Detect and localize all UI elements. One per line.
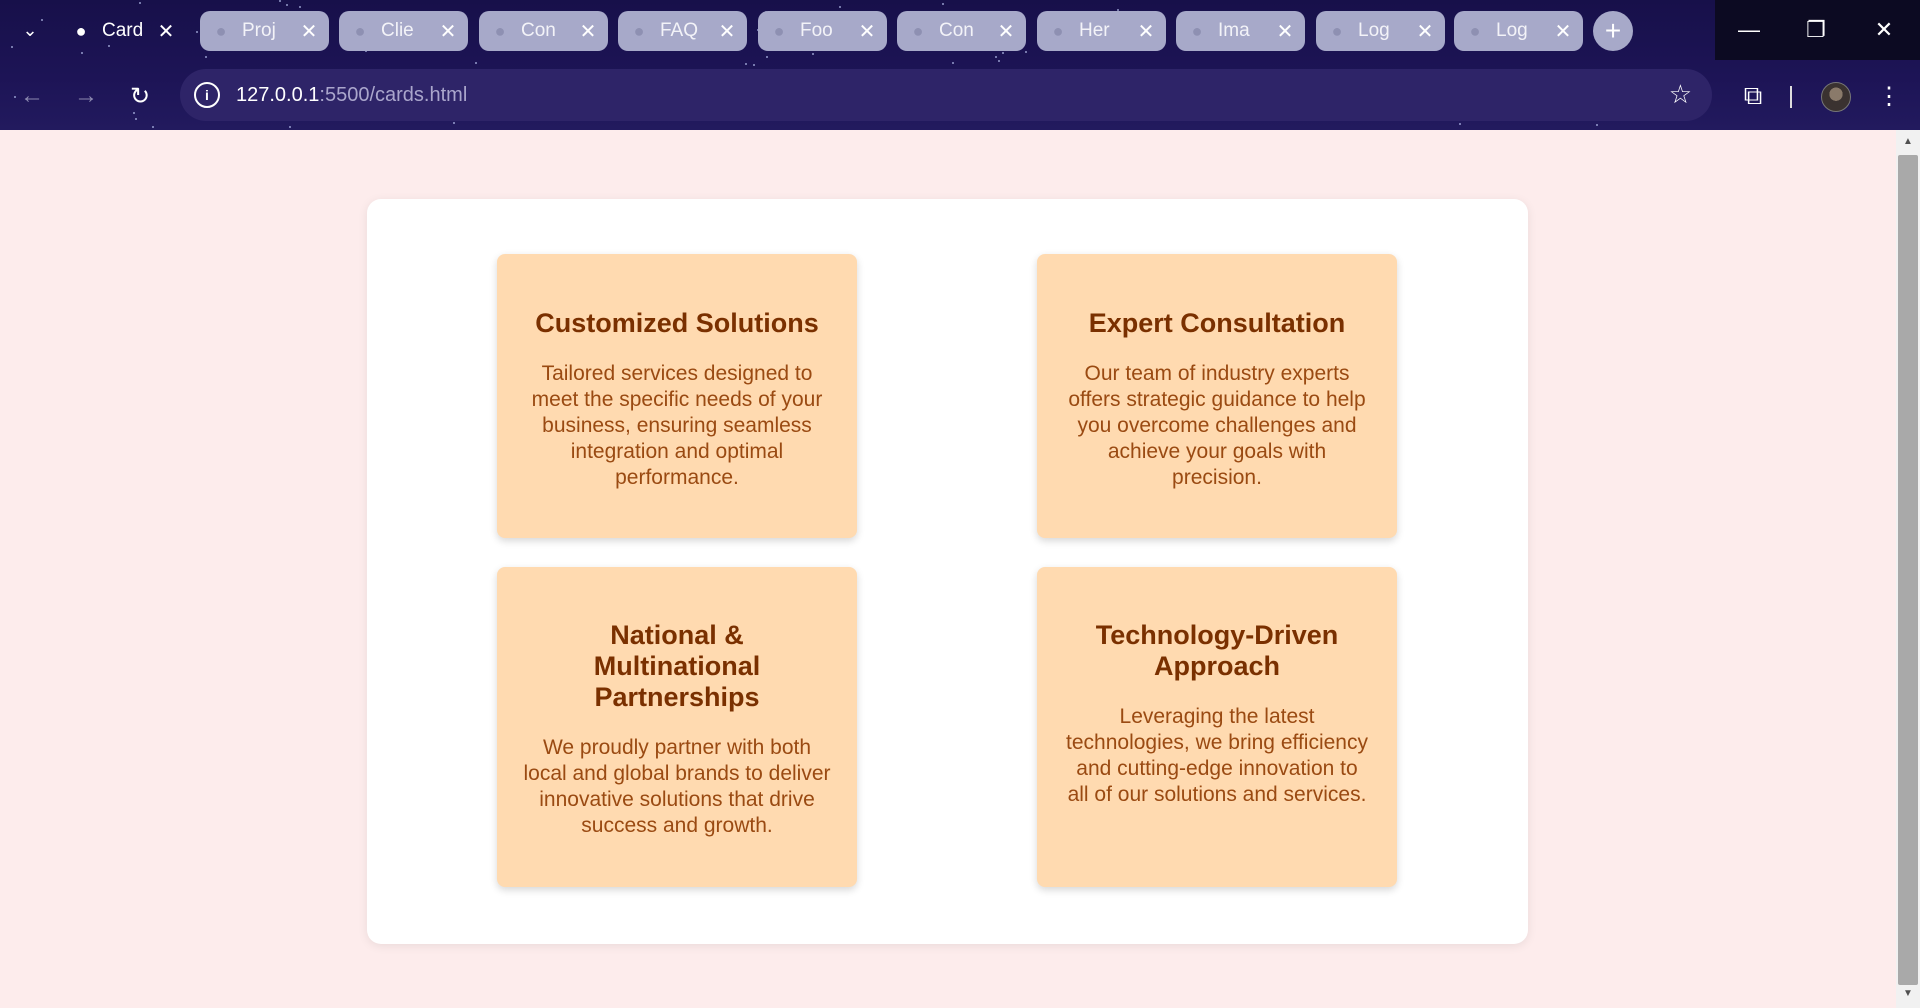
globe-icon: ● [1331, 21, 1343, 41]
tab-label: Ima [1218, 20, 1250, 41]
url-host: 127.0.0.1 [236, 83, 320, 106]
tab-label: Clie [381, 20, 414, 41]
scrollbar-thumb[interactable] [1898, 155, 1918, 985]
scroll-down-arrow-icon[interactable]: ▼ [1900, 988, 1916, 1002]
address-bar[interactable]: i 127.0.0.1:5500/cards.html ☆ [180, 69, 1712, 121]
minimize-icon[interactable]: — [1715, 0, 1783, 60]
globe-icon: ● [1191, 21, 1203, 41]
tab-strip: ⌄ ● Card ✕ ● Proj ✕ ● Clie ✕ ● Con ✕ ● F… [0, 0, 1710, 60]
card-text: Our team of industry experts offers stra… [1068, 362, 1366, 489]
close-icon[interactable]: ✕ [1415, 19, 1435, 44]
globe-icon: ● [215, 21, 227, 41]
arrow-right-icon[interactable]: → [66, 76, 106, 116]
globe-icon: ● [633, 21, 645, 41]
card-title: Technology-Driven Approach [1095, 620, 1339, 681]
url-text[interactable]: 127.0.0.1:5500/cards.html [236, 84, 467, 107]
close-icon[interactable]: ✕ [717, 19, 737, 44]
arrow-left-icon[interactable]: ← [12, 76, 52, 116]
card-text: Leveraging the latest technologies, we b… [1066, 705, 1368, 806]
tab-label: Her [1079, 20, 1110, 41]
card-customized-solutions: Customized Solutions Tailored services d… [497, 254, 857, 538]
tab-faq[interactable]: ● FAQ ✕ [618, 11, 747, 51]
tab-log-2[interactable]: ● Log ✕ [1454, 11, 1583, 51]
close-icon[interactable]: ✕ [1850, 0, 1918, 60]
close-icon[interactable]: ✕ [438, 19, 458, 44]
tab-label: FAQ [660, 20, 699, 41]
tab-label: Log [1496, 20, 1528, 41]
globe-icon: ● [1052, 21, 1064, 41]
browser-toolbar: ← → ↻ i 127.0.0.1:5500/cards.html ☆ ⧉ ⋮ [0, 62, 1920, 130]
card-title: National & Multinational Partnerships [593, 620, 761, 712]
tab-label: Foo [800, 20, 833, 41]
browser-chrome: ⌄ ● Card ✕ ● Proj ✕ ● Clie ✕ ● Con ✕ ● F… [0, 0, 1920, 130]
tab-clie[interactable]: ● Clie ✕ [339, 11, 468, 51]
url-path: :5500/cards.html [319, 83, 468, 106]
card-title: Customized Solutions [535, 308, 819, 338]
tab-label: Con [521, 20, 556, 41]
close-icon[interactable]: ✕ [996, 19, 1016, 44]
close-icon[interactable]: ✕ [1553, 19, 1573, 44]
globe-icon: ● [354, 21, 366, 41]
card-expert-consultation: Expert Consultation Our team of industry… [1037, 254, 1397, 538]
kebab-menu-icon[interactable]: ⋮ [1874, 76, 1904, 116]
tab-label: Proj [242, 20, 276, 41]
cards-container: Customized Solutions Tailored services d… [367, 199, 1528, 944]
restore-icon[interactable]: ❐ [1782, 0, 1850, 60]
card-text: We proudly partner with both local and g… [523, 736, 831, 837]
tab-proj[interactable]: ● Proj ✕ [200, 11, 329, 51]
card-technology-driven: Technology-Driven Approach Leveraging th… [1037, 567, 1397, 887]
chevron-down-icon[interactable]: ⌄ [14, 14, 46, 46]
tab-her[interactable]: ● Her ✕ [1037, 11, 1166, 51]
card-title: Expert Consultation [1088, 308, 1346, 338]
close-icon[interactable]: ✕ [857, 19, 877, 44]
close-icon[interactable]: ✕ [578, 19, 598, 44]
info-icon[interactable]: i [194, 82, 220, 108]
star-icon[interactable]: ☆ [1669, 79, 1692, 110]
tab-card[interactable]: ● Card ✕ [60, 11, 186, 51]
tab-ima[interactable]: ● Ima ✕ [1176, 11, 1305, 51]
puzzle-icon[interactable]: ⧉ [1738, 76, 1768, 116]
globe-icon: ● [494, 21, 506, 41]
globe-icon: ● [773, 21, 785, 41]
tab-label: Card [102, 20, 144, 41]
card-partnerships: National & Multinational Partnerships We… [497, 567, 857, 887]
tab-con[interactable]: ● Con ✕ [479, 11, 608, 51]
globe-icon: ● [1469, 21, 1481, 41]
new-tab-button[interactable]: + [1593, 11, 1633, 51]
close-icon[interactable]: ✕ [156, 19, 176, 44]
tab-con-2[interactable]: ● Con ✕ [897, 11, 1026, 51]
tab-foo[interactable]: ● Foo ✕ [758, 11, 887, 51]
close-icon[interactable]: ✕ [299, 19, 319, 44]
reload-icon[interactable]: ↻ [120, 76, 160, 116]
globe-icon: ● [75, 21, 87, 41]
avatar[interactable] [1821, 82, 1851, 112]
tab-label: Con [939, 20, 974, 41]
tab-log[interactable]: ● Log ✕ [1316, 11, 1445, 51]
card-text: Tailored services designed to meet the s… [531, 362, 823, 489]
globe-icon: ● [912, 21, 924, 41]
close-icon[interactable]: ✕ [1275, 19, 1295, 44]
toolbar-divider [1790, 86, 1792, 108]
tab-label: Log [1358, 20, 1390, 41]
scroll-up-arrow-icon[interactable]: ▲ [1900, 136, 1916, 150]
plus-icon: + [1604, 15, 1622, 46]
close-icon[interactable]: ✕ [1136, 19, 1156, 44]
